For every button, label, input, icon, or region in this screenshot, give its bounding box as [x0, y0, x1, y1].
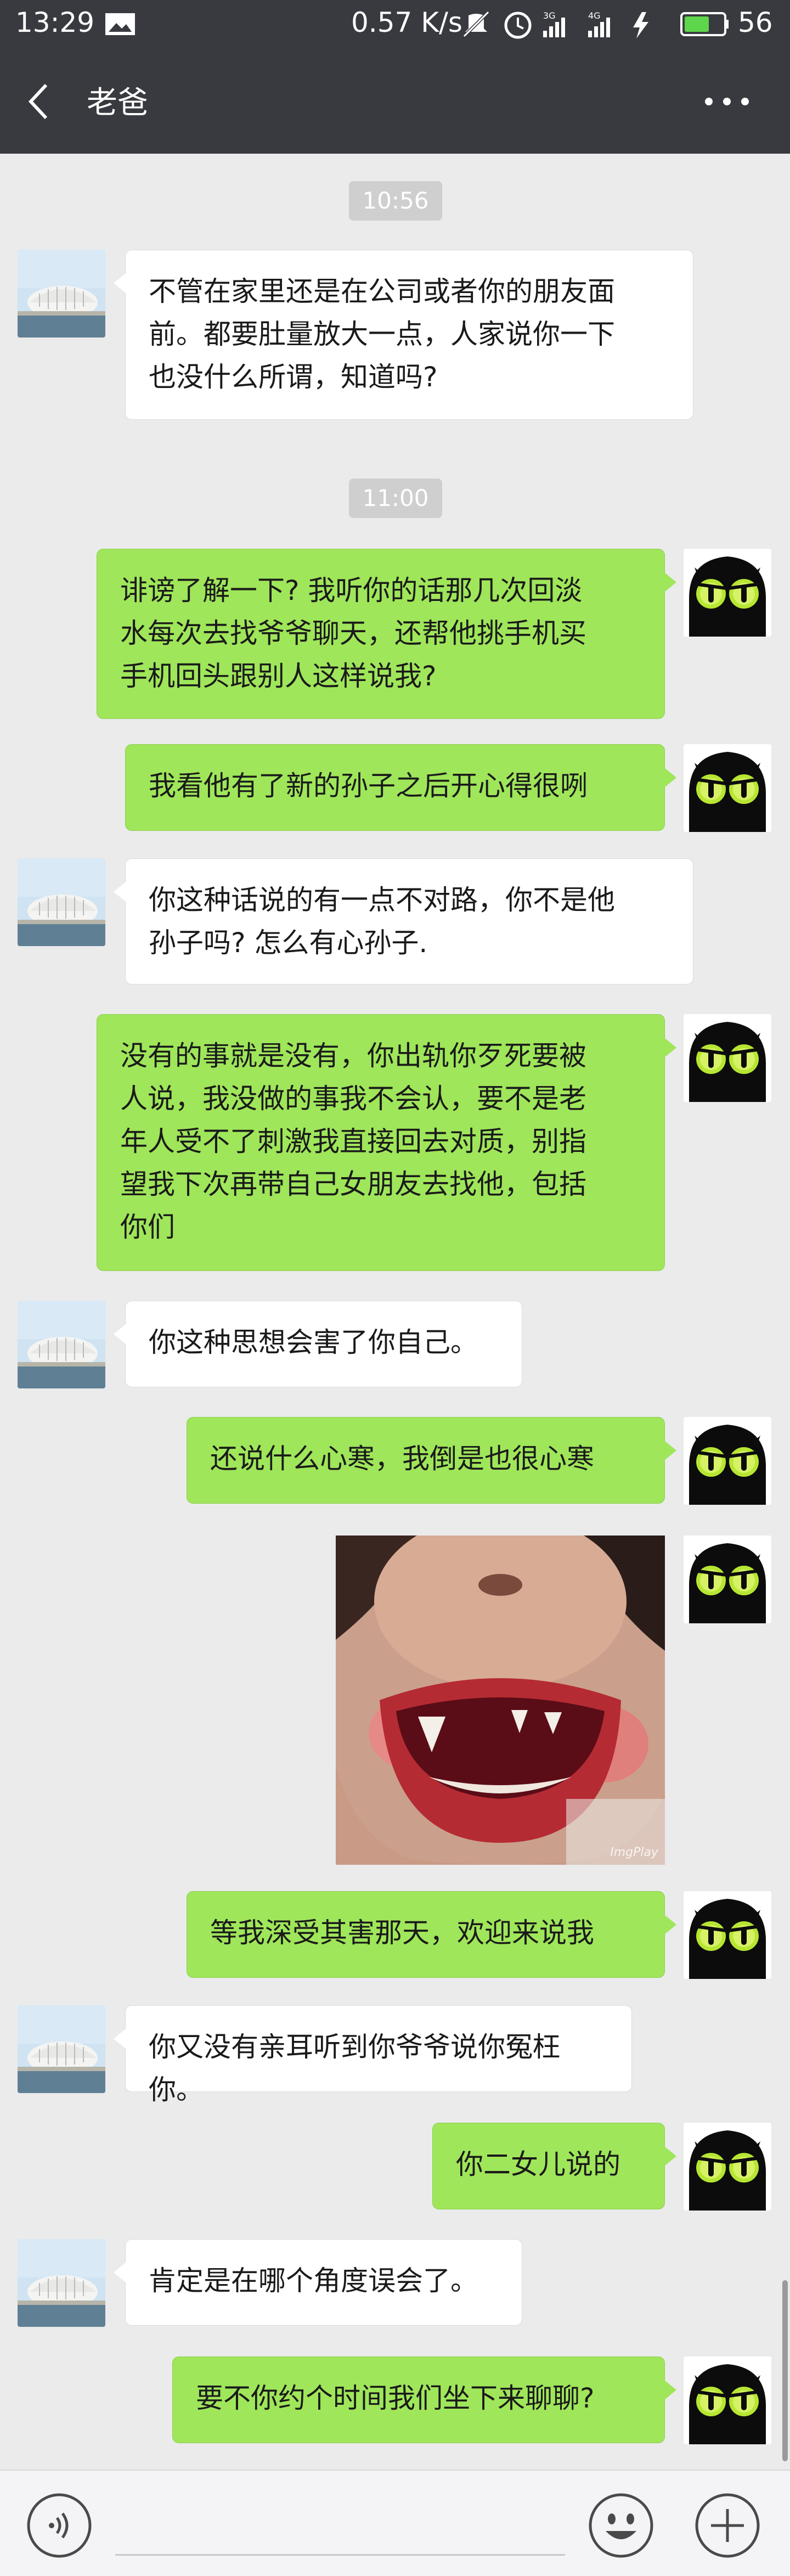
avatar-me[interactable] [684, 549, 771, 637]
avatar-father[interactable] [18, 858, 105, 946]
image-message[interactable]: ImgPlay [336, 1536, 665, 1865]
message-outgoing[interactable]: 要不你约个时间我们坐下来聊聊? [172, 2356, 676, 2443]
status-time: 13:29 [15, 7, 95, 38]
avatar-father[interactable] [18, 250, 105, 338]
chat-scrollbar[interactable] [782, 2280, 788, 2461]
signal-3g-icon: 3G [543, 10, 565, 37]
timestamp: 11:00 [349, 479, 442, 518]
status-bar: 13:29 0.57 K/s 3G 4G 56 [0, 0, 790, 49]
message-outgoing[interactable]: 你二女儿说的 [432, 2123, 676, 2209]
message-outgoing[interactable]: 没有的事就是没有，你出轨你歹死要被 人说，我没做的事我不会认，要不是老 年人受不… [97, 1014, 676, 1271]
image-watermark: ImgPlay [610, 1846, 658, 1859]
avatar-father[interactable] [18, 2239, 105, 2327]
emoji-icon[interactable] [587, 2491, 655, 2560]
avatar-me[interactable] [684, 1891, 771, 1979]
message-outgoing[interactable]: 诽谤了解一下? 我听你的话那几次回淡 水每次去找爷爷聊天，还帮他挑手机买 手机回… [97, 549, 676, 719]
status-icons: 3G 4G [462, 10, 648, 39]
avatar-me[interactable] [684, 1417, 771, 1505]
avatar-me[interactable] [684, 1014, 771, 1102]
message-input[interactable] [115, 2509, 565, 2556]
avatar-father[interactable] [18, 2005, 105, 2093]
chat-title: 老爸 [87, 85, 148, 121]
avatar-me[interactable] [684, 2123, 771, 2211]
network-speed: 0.57 K/s [351, 7, 462, 38]
chevron-left-icon[interactable] [22, 80, 55, 123]
message-incoming[interactable]: 肯定是在哪个角度误会了。 [114, 2239, 522, 2326]
signal-4g-icon: 4G [588, 10, 610, 37]
message-incoming[interactable]: 不管在家里还是在公司或者你的朋友面 前。都要肚量放大一点，人家说你一下 也没什么… [114, 250, 693, 420]
battery-icon [680, 12, 729, 36]
timestamp: 10:56 [349, 181, 442, 221]
message-outgoing[interactable]: 还说什么心寒，我倒是也很心寒 [187, 1417, 676, 1504]
mute-icon [462, 10, 490, 38]
message-outgoing[interactable]: 我看他有了新的孙子之后开心得很咧 [125, 744, 676, 831]
avatar-me[interactable] [684, 1536, 771, 1623]
svg-text:3G: 3G [543, 10, 556, 21]
battery-level: 56 [738, 7, 773, 38]
message-outgoing[interactable]: 等我深受其害那天，欢迎来说我 [187, 1891, 676, 1978]
gallery-icon [105, 13, 135, 35]
plus-icon[interactable] [693, 2491, 761, 2560]
laughing-child-image [336, 1536, 665, 1865]
svg-text:4G: 4G [588, 10, 601, 21]
message-incoming[interactable]: 你这种思想会害了你自己。 [114, 1301, 522, 1387]
voice-icon[interactable] [25, 2491, 93, 2560]
message-list[interactable]: 10:56 不管在家里还是在公司或者你的朋友面 前。都要肚量放大一点，人家说你一… [0, 154, 790, 2470]
more-dots-icon[interactable] [697, 80, 757, 123]
avatar-me[interactable] [684, 744, 771, 832]
chat-header: 老爸 [0, 49, 790, 154]
message-incoming[interactable]: 你这种话说的有一点不对路，你不是他 孙子吗? 怎么有心孙子. [114, 858, 693, 985]
avatar-father[interactable] [18, 1301, 105, 1388]
alarm-icon [504, 12, 532, 39]
avatar-me[interactable] [684, 2356, 771, 2444]
input-bar [0, 2470, 790, 2576]
charging-icon [633, 12, 648, 38]
message-incoming[interactable]: 你又没有亲耳听到你爷爷说你冤枉你。 [114, 2005, 632, 2106]
